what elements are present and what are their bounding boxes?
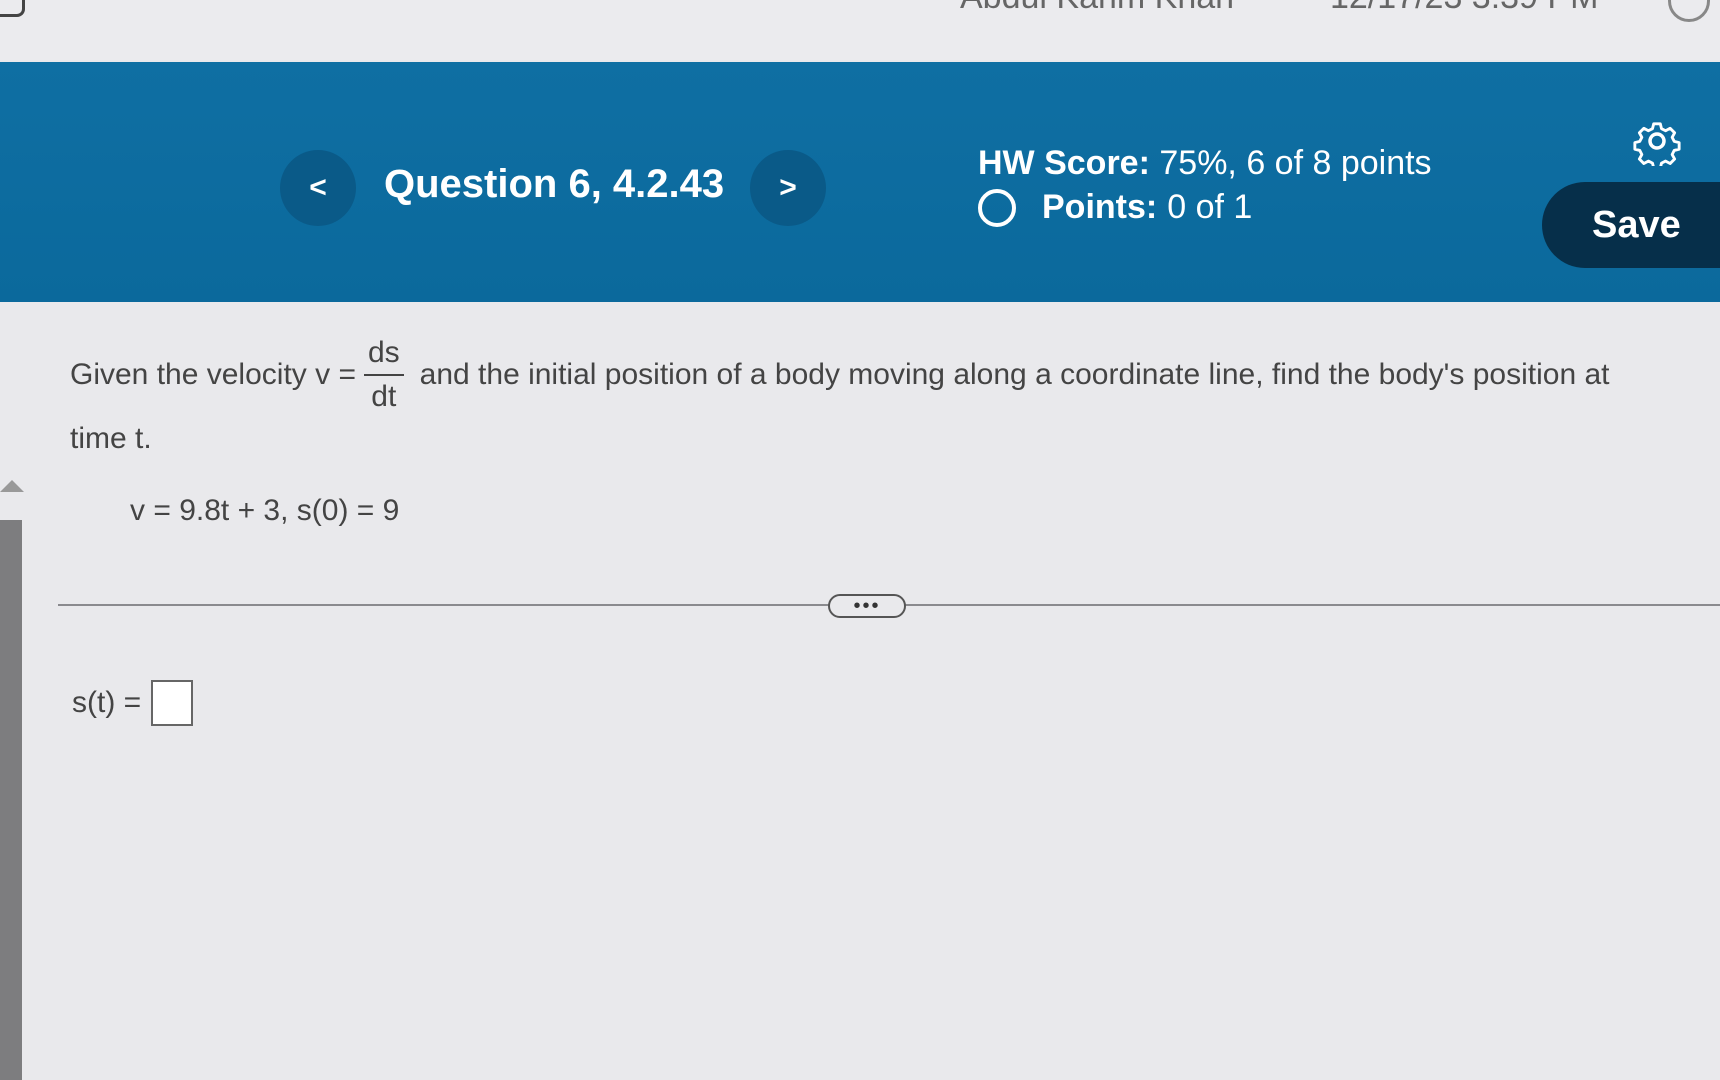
next-question-button[interactable]: > (750, 150, 826, 226)
given-values: v = 9.8t + 3, s(0) = 9 (130, 494, 400, 527)
scrollbar[interactable] (0, 520, 22, 1080)
top-bar: Abdul Karim Khan 12/17/23 3:39 PM (0, 0, 1720, 60)
hw-score-label: HW Score: (978, 144, 1150, 182)
answer-row: s(t) = (72, 680, 194, 726)
fraction-numerator: ds (363, 336, 404, 376)
problem-text-line2: time t. (70, 422, 152, 455)
problem-text-before: Given the velocity v = (70, 358, 356, 391)
points: Points: 0 of 1 (978, 188, 1252, 227)
problem-statement: Given the velocity v = ds dt and the ini… (70, 336, 1710, 414)
velocity-fraction: ds dt (363, 336, 404, 414)
question-header: < Question 6, 4.2.43 > HW Score: 75%, 6 … (0, 62, 1720, 302)
points-value: 0 of 1 (1167, 188, 1253, 226)
fraction-denominator: dt (371, 380, 397, 413)
answer-input[interactable] (151, 680, 194, 726)
gear-icon[interactable] (1632, 116, 1682, 166)
date-time: 12/17/23 3:39 PM (1330, 0, 1598, 17)
problem-text-after: and the initial position of a body movin… (419, 358, 1610, 391)
corner-mark (0, 0, 25, 17)
scroll-up-arrow-icon[interactable] (0, 480, 24, 492)
question-content: Given the velocity v = ds dt and the ini… (0, 302, 1720, 1080)
previous-question-button[interactable]: < (280, 150, 356, 226)
help-icon[interactable] (1668, 0, 1710, 22)
hw-score: HW Score: 75%, 6 of 8 points (978, 144, 1432, 183)
answer-label: s(t) = (72, 686, 142, 719)
question-title: Question 6, 4.2.43 (384, 162, 725, 206)
points-label: Points: (1042, 188, 1158, 226)
chevron-right-icon: > (779, 171, 797, 204)
chevron-left-icon: < (309, 171, 327, 204)
status-circle-icon (978, 188, 1016, 227)
user-name: Abdul Karim Khan (960, 0, 1234, 17)
save-button[interactable]: Save (1542, 182, 1720, 268)
expand-more-button[interactable]: ••• (828, 594, 906, 618)
hw-score-value: 75%, 6 of 8 points (1159, 144, 1432, 182)
